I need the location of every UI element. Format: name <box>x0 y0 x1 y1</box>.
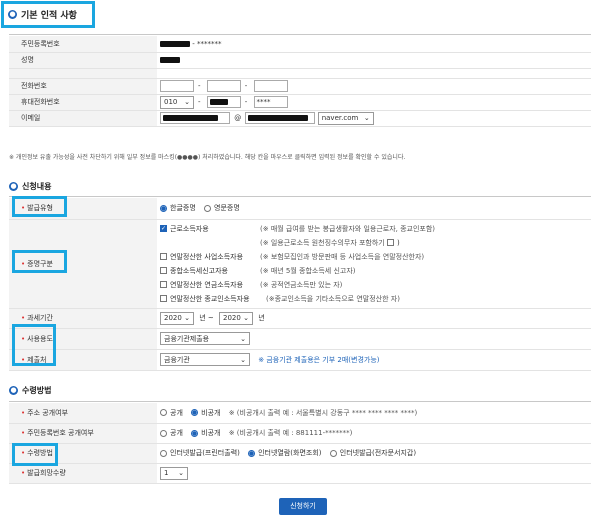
section-receive-header: ● 수령방법 <box>9 385 51 396</box>
section-request-header: ● 신청내용 <box>9 181 51 192</box>
receive-view-radio[interactable] <box>248 449 256 457</box>
resident-public-radio[interactable] <box>160 429 167 437</box>
highlight-box <box>12 196 67 217</box>
masking-notice: ※ 개인정보 유출 가능성을 사전 차단하기 위해 일부 정보를 마스킹(●●●… <box>9 154 406 161</box>
apply-button[interactable]: 신청하기 <box>279 498 327 515</box>
highlight-box <box>12 324 56 366</box>
receive-table: • 주소 공개여부 공개 비공개 ※ (비공개시 출력 예 : 서울특별시 강동구… <box>9 403 591 484</box>
receive-options: 인터넷발급(프린터출력) 인터넷열람(화면조회) 인터넷발급(전자문서지갑) <box>157 443 591 464</box>
highlight-box <box>12 443 58 466</box>
addr-options: 공개 비공개 ※ (비공개시 출력 예 : 서울특별시 강동구 **** ***… <box>157 403 591 424</box>
masked-text <box>160 57 180 63</box>
issue-type-options: 한글증명 영문증명 <box>157 198 591 220</box>
issue-korean-radio[interactable] <box>160 204 167 212</box>
highlight-box <box>12 250 67 273</box>
addr-private-radio[interactable] <box>191 409 199 417</box>
mobile-field-3[interactable]: **** <box>253 96 288 108</box>
chevron-down-icon: ⌄ <box>363 114 370 122</box>
submit-select[interactable]: 금융기관 ⌄ <box>160 353 250 366</box>
section-receive-title: 수령방법 <box>22 386 52 395</box>
mobile-field-2[interactable] <box>206 96 241 108</box>
addr-public-radio[interactable] <box>160 409 167 417</box>
email-at: @ <box>234 114 242 122</box>
basic-info-table: 주민등록번호 - ******* 성명 전화번호 - - 휴대전화번호 010 ⌄… <box>9 36 591 127</box>
usage-select[interactable]: 금융기관제출용 ⌄ <box>160 332 250 345</box>
issue-english-radio[interactable] <box>204 204 211 212</box>
submit-note: ※ 금융기관 제출용은 기부 2매(변경가능) <box>258 355 380 364</box>
chevron-down-icon: ⌄ <box>240 355 246 364</box>
receive-print-radio[interactable] <box>160 449 167 457</box>
chevron-down-icon: ⌄ <box>178 469 184 477</box>
chevron-down-icon: ⌄ <box>243 314 249 322</box>
proof-checkbox-earned[interactable]: ✓ <box>160 225 167 232</box>
proof-options: ✓ 근로소득자용 (※ 매월 급여를 받는 봉급생활자와 일용근로자, 종교인포함)… <box>157 219 591 309</box>
proof-checkbox-global[interactable] <box>160 267 167 274</box>
proof-checkbox-religion[interactable] <box>160 295 167 302</box>
request-table: • 발급유형 한글증명 영문증명 • 증명구분 ✓ 근로소득자용 (※ 매월 급여를 받… <box>9 198 591 371</box>
chevron-down-icon: ⌄ <box>184 314 190 322</box>
email-label: 이메일 <box>9 110 157 127</box>
addr-label: • 주소 공개여부 <box>9 403 157 424</box>
email-domain-field[interactable] <box>245 112 316 124</box>
resident-label: 주민등록번호 <box>9 36 157 53</box>
mobile-inputs: 010 ⌄ - - **** <box>157 94 591 111</box>
mobile-prefix-select[interactable]: 010 ⌄ <box>160 95 194 109</box>
copies-input: 1 ⌄ <box>157 463 591 484</box>
period-to-select[interactable]: 2020 ⌄ <box>219 311 253 325</box>
section-request-title: 신청내용 <box>22 182 52 191</box>
spacer <box>9 68 157 79</box>
proof-checkbox-daily[interactable] <box>387 239 394 246</box>
usage-input: 금융기관제출용 ⌄ <box>157 328 591 350</box>
submit-input: 금융기관 ⌄ ※ 금융기관 제출용은 기부 2매(변경가능) <box>157 349 591 371</box>
email-inputs: @ naver.com ⌄ <box>157 110 591 127</box>
resident-open-label: • 주민등록번호 공개여부 <box>9 423 157 444</box>
highlight-box <box>1 1 95 28</box>
bullet-icon: ● <box>9 182 18 191</box>
bullet-icon: ● <box>9 386 18 395</box>
divider <box>9 196 591 197</box>
resident-value: - ******* <box>157 36 591 53</box>
email-domain-select[interactable]: naver.com ⌄ <box>317 111 374 125</box>
email-id-field[interactable] <box>160 112 230 124</box>
phone-field-2[interactable] <box>206 80 241 92</box>
proof-checkbox-business[interactable] <box>160 253 167 260</box>
period-inputs: 2020 ⌄ 년 ~ 2020 ⌄ 년 <box>157 308 591 329</box>
phone-field-3[interactable] <box>253 80 288 92</box>
name-label: 성명 <box>9 52 157 69</box>
divider <box>9 401 591 402</box>
masked-text <box>160 40 190 47</box>
copies-select[interactable]: 1 ⌄ <box>160 466 188 480</box>
phone-label: 전화번호 <box>9 78 157 95</box>
receive-wallet-radio[interactable] <box>329 449 337 457</box>
mobile-label: 휴대전화번호 <box>9 94 157 111</box>
phone-inputs: - - <box>157 78 591 95</box>
phone-field-1[interactable] <box>160 80 194 92</box>
period-from-select[interactable]: 2020 ⌄ <box>160 311 194 325</box>
chevron-down-icon: ⌄ <box>184 98 190 106</box>
proof-checkbox-pension[interactable] <box>160 281 167 288</box>
copies-label: • 발급희망수량 <box>9 463 157 484</box>
chevron-down-icon: ⌄ <box>240 334 246 343</box>
divider <box>9 34 591 35</box>
resident-open-options: 공개 비공개 ※ (비공개시 출력 예 : 881111-*******) <box>157 423 591 444</box>
name-value <box>157 52 591 69</box>
spacer <box>157 68 591 79</box>
resident-private-radio[interactable] <box>191 429 199 437</box>
